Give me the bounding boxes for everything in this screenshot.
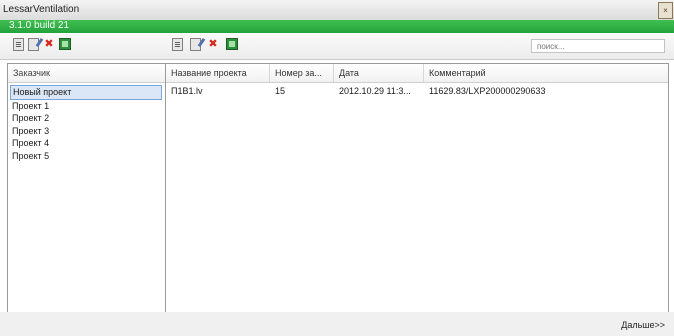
customer-item[interactable]: Проект 1	[8, 100, 165, 113]
table-row[interactable]: П1В1.lv 15 2012.10.29 11:3... 11629.83/L…	[166, 83, 668, 99]
next-button[interactable]: Дальше>>	[621, 320, 665, 330]
column-header-project-name[interactable]: Название проекта	[166, 64, 270, 82]
window-title: LessarVentilation	[3, 4, 80, 15]
customers-panel: Заказчик Новый проект Проект 1 Проект 2 …	[7, 63, 166, 313]
table-header: Название проекта Номер за... Дата Коммен…	[166, 64, 668, 83]
cell-order-number: 15	[275, 86, 286, 96]
cell-project-name: П1В1.lv	[171, 86, 203, 96]
new-project-icon[interactable]	[172, 38, 183, 51]
column-header-date[interactable]: Дата	[334, 64, 424, 82]
new-customer-icon[interactable]	[13, 38, 24, 51]
customer-item[interactable]: Проект 3	[8, 125, 165, 138]
cell-comment: 11629.83/LXP200000290633	[429, 86, 546, 96]
version-label: 3.1.0 build 21	[9, 20, 70, 31]
customer-item[interactable]: Проект 2	[8, 112, 165, 125]
export-project-icon[interactable]	[226, 38, 238, 50]
customers-header: Заказчик	[8, 64, 165, 83]
title-bar: LessarVentilation ×	[0, 0, 674, 20]
version-bar: 3.1.0 build 21	[0, 20, 674, 33]
delete-project-icon[interactable]: ✖	[207, 38, 219, 50]
export-customer-icon[interactable]	[59, 38, 71, 50]
customer-item[interactable]: Проект 5	[8, 150, 165, 163]
search-input[interactable]	[531, 39, 665, 53]
column-header-order-number[interactable]: Номер за...	[270, 64, 334, 82]
projects-table: Название проекта Номер за... Дата Коммен…	[165, 63, 669, 313]
delete-customer-icon[interactable]: ✖	[43, 38, 55, 50]
edit-customer-icon[interactable]	[28, 38, 39, 51]
customer-item[interactable]: Новый проект	[10, 85, 162, 100]
column-header-comment[interactable]: Комментарий	[424, 64, 668, 82]
edit-project-icon[interactable]	[190, 38, 201, 51]
close-icon[interactable]: ×	[658, 2, 673, 19]
footer-bar: Дальше>>	[0, 312, 674, 336]
cell-date: 2012.10.29 11:3...	[339, 86, 411, 96]
customer-item[interactable]: Проект 4	[8, 137, 165, 150]
